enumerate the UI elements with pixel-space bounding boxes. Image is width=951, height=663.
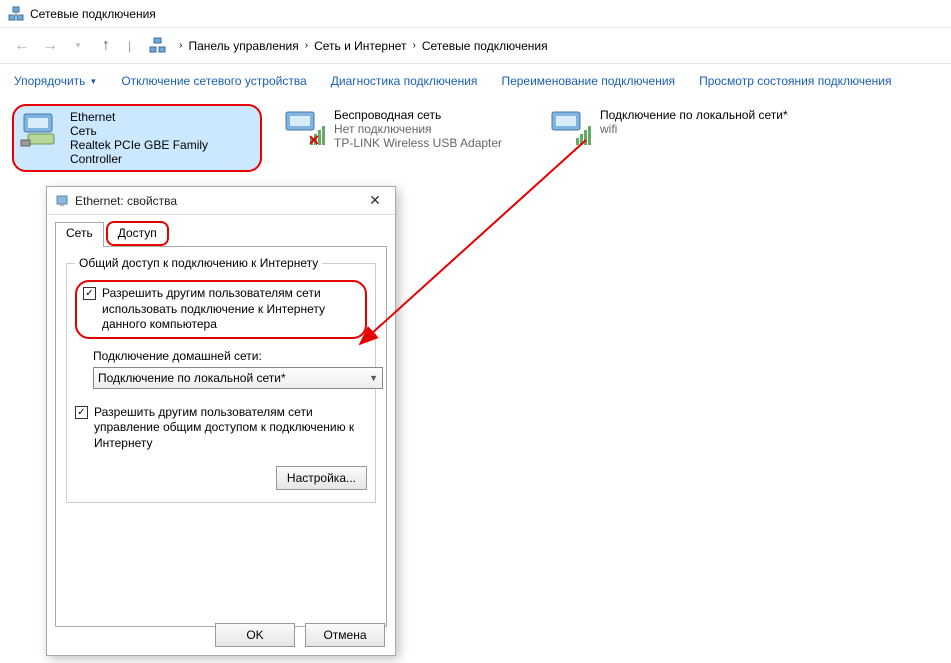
back-button[interactable]: ← — [10, 34, 34, 58]
chevron-right-icon: › — [179, 40, 182, 51]
properties-dialog: Ethernet: свойства ✕ Сеть Доступ Общий д… — [46, 186, 396, 656]
dialog-title: Ethernet: свойства — [75, 194, 363, 208]
breadcrumb-item[interactable]: Сеть и Интернет — [314, 39, 406, 53]
connection-name: Подключение по локальной сети* — [600, 108, 788, 122]
connection-item-local[interactable]: Подключение по локальной сети* wifi — [544, 104, 794, 172]
connection-device: TP-LINK Wireless USB Adapter — [334, 136, 502, 150]
home-network-label: Подключение домашней сети: — [93, 349, 367, 363]
chevron-right-icon: › — [305, 40, 308, 51]
status-button[interactable]: Просмотр состояния подключения — [699, 74, 891, 88]
breadcrumb-item[interactable]: Сетевые подключения — [422, 39, 548, 53]
tab-sharing[interactable]: Доступ — [106, 221, 169, 246]
window-title: Сетевые подключения — [30, 7, 156, 21]
diagnose-button[interactable]: Диагностика подключения — [331, 74, 478, 88]
rename-button[interactable]: Переименование подключения — [501, 74, 675, 88]
up-button[interactable]: ↑ — [94, 34, 118, 58]
ethernet-adapter-icon — [18, 110, 66, 150]
dropdown-value: Подключение по локальной сети* — [98, 371, 369, 385]
local-adapter-icon — [548, 108, 596, 148]
connection-status: Сеть — [70, 124, 256, 138]
allow-control-checkbox[interactable] — [75, 406, 88, 419]
breadcrumb-item[interactable]: Панель управления — [188, 39, 298, 53]
svg-text:✕: ✕ — [308, 132, 320, 148]
chevron-right-icon: › — [412, 40, 415, 51]
forward-button[interactable]: → — [38, 34, 62, 58]
home-network-dropdown[interactable]: Подключение по локальной сети* ▼ — [93, 367, 383, 389]
wireless-adapter-icon: ✕ — [282, 108, 330, 148]
organize-menu[interactable]: Упорядочить ▼ — [14, 74, 97, 88]
connection-device: Realtek PCIe GBE Family Controller — [70, 138, 256, 166]
recent-dropdown[interactable]: ▾ — [66, 34, 90, 58]
allow-control-label: Разрешить другим пользователям сети упра… — [94, 405, 367, 452]
settings-button[interactable]: Настройка... — [276, 466, 367, 490]
network-icon — [149, 37, 167, 55]
connection-status: wifi — [600, 122, 788, 136]
allow-sharing-checkbox[interactable] — [83, 287, 96, 300]
connection-name: Беспроводная сеть — [334, 108, 502, 122]
connection-item-ethernet[interactable]: Ethernet Сеть Realtek PCIe GBE Family Co… — [12, 104, 262, 172]
chevron-down-icon: ▼ — [369, 373, 378, 383]
close-button[interactable]: ✕ — [363, 192, 387, 209]
tab-network[interactable]: Сеть — [55, 222, 104, 247]
connection-name: Ethernet — [70, 110, 256, 124]
group-legend: Общий доступ к подключению к Интернету — [75, 256, 322, 270]
allow-sharing-label: Разрешить другим пользователям сети испо… — [102, 286, 359, 333]
ok-button[interactable]: OK — [215, 623, 295, 647]
breadcrumb[interactable]: › Панель управления › Сеть и Интернет › … — [149, 37, 547, 55]
cancel-button[interactable]: Отмена — [305, 623, 385, 647]
network-icon — [55, 194, 69, 208]
connection-item-wireless[interactable]: ✕ Беспроводная сеть Нет подключения TP-L… — [278, 104, 528, 172]
network-icon — [8, 6, 24, 22]
disable-device-button[interactable]: Отключение сетевого устройства — [121, 74, 306, 88]
chevron-down-icon: ▼ — [89, 77, 97, 86]
connection-status: Нет подключения — [334, 122, 502, 136]
